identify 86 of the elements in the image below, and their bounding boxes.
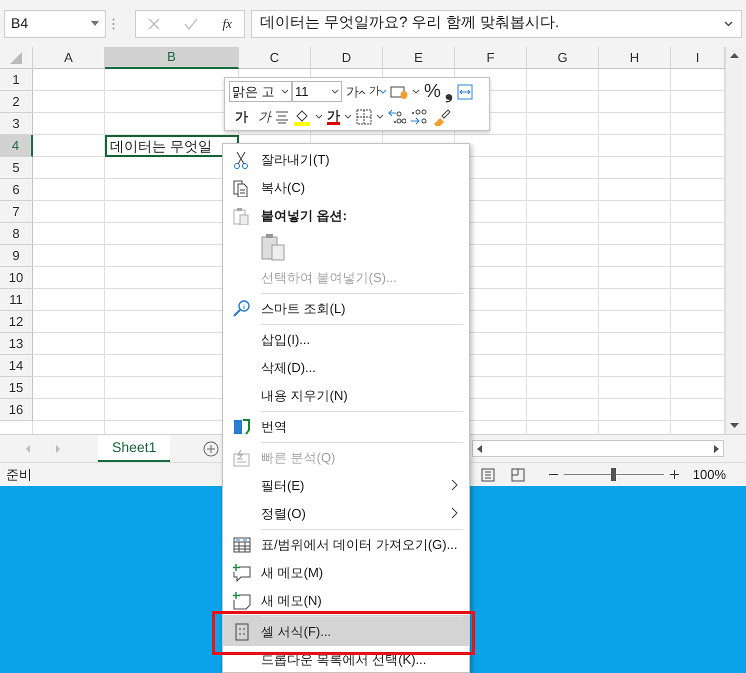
paste-icon[interactable] <box>261 233 285 261</box>
caret-icon[interactable] <box>281 89 289 94</box>
row-header[interactable]: 13 <box>0 333 33 355</box>
row-header[interactable]: 4 <box>0 135 33 157</box>
number-format-icon[interactable] <box>390 84 408 100</box>
down-caret-icon <box>380 90 386 94</box>
format-painter-icon[interactable] <box>432 108 450 126</box>
font-field[interactable]: 맑은 고 <box>229 81 292 102</box>
row-header[interactable]: 7 <box>0 201 33 223</box>
caret-icon[interactable] <box>376 114 384 119</box>
row-header[interactable]: 10 <box>0 267 33 289</box>
add-sheet-icon[interactable] <box>203 440 220 456</box>
page-break-view-icon[interactable] <box>510 468 525 482</box>
scissors-icon <box>233 151 251 169</box>
sheet-tab[interactable]: Sheet1 <box>98 435 170 462</box>
column-header[interactable]: C <box>239 47 311 69</box>
column-header[interactable]: I <box>671 47 725 69</box>
row-header[interactable]: 9 <box>0 245 33 267</box>
row-header[interactable]: 2 <box>0 91 33 113</box>
new-comment-icon <box>233 564 251 582</box>
font-color-button[interactable]: 가 <box>327 108 340 124</box>
menu-item[interactable]: 정렬(O) <box>223 500 469 528</box>
column-header[interactable]: E <box>383 47 455 69</box>
menu-item[interactable]: 새 메모(N) <box>223 587 469 615</box>
fill-color-icon[interactable] <box>293 108 311 126</box>
row-header[interactable]: 12 <box>0 311 33 333</box>
menu-item[interactable]: 복사(C) <box>223 174 469 202</box>
row-header[interactable]: 14 <box>0 355 33 377</box>
name-box[interactable]: B4 <box>4 10 106 38</box>
menu-item[interactable]: 새 메모(M) <box>223 559 469 587</box>
wrap-text-icon[interactable] <box>456 84 473 100</box>
new-note-icon <box>233 592 251 610</box>
borders-icon[interactable] <box>356 108 372 124</box>
clipboard-icon <box>233 207 251 225</box>
row-header[interactable]: 3 <box>0 113 33 135</box>
menu-item[interactable]: 셀 서식(F)... <box>223 615 469 646</box>
menu-item[interactable]: 필터(E) <box>223 472 469 500</box>
increase-font-button[interactable]: 가 <box>346 85 365 98</box>
quick-analysis-icon <box>233 449 251 467</box>
align-center-icon[interactable] <box>275 110 289 124</box>
insert-function-button[interactable]: fx <box>222 17 232 30</box>
column-header[interactable]: H <box>599 47 671 69</box>
up-caret-icon <box>359 90 365 94</box>
increase-decimal-icon[interactable] <box>388 108 406 124</box>
horizontal-scrollbar[interactable] <box>472 440 724 457</box>
menu-item[interactable]: 삭제(D)... <box>223 354 469 382</box>
zoom-in-icon[interactable] <box>670 470 679 479</box>
expand-icon[interactable] <box>724 20 733 26</box>
translate-icon <box>233 418 251 436</box>
table-icon <box>233 536 251 554</box>
row-header[interactable]: 11 <box>0 289 33 311</box>
row-header[interactable]: 1 <box>0 69 33 91</box>
decrease-decimal-icon[interactable] <box>410 108 428 124</box>
row-header[interactable]: 5 <box>0 157 33 179</box>
check-icon[interactable] <box>184 18 198 30</box>
format-cells-icon <box>233 623 251 641</box>
percent-button[interactable]: % <box>424 82 441 101</box>
formula-field[interactable]: 데이터는 무엇일까요? 우리 함께 맞춰봅시다. <box>251 10 742 38</box>
zoom-level[interactable]: 100% <box>692 464 726 484</box>
decrease-font-button[interactable]: 가 <box>369 86 386 97</box>
page-layout-view-icon[interactable] <box>480 468 495 482</box>
column-header[interactable]: G <box>527 47 599 69</box>
italic-button[interactable]: 가 <box>258 110 271 123</box>
bold-button[interactable]: 가 <box>235 110 248 123</box>
row-header[interactable]: 8 <box>0 223 33 245</box>
column-header[interactable]: D <box>311 47 383 69</box>
row-header[interactable]: 6 <box>0 179 33 201</box>
menu-item[interactable]: 내용 지우기(N) <box>223 382 469 410</box>
status-text: 준비 <box>6 466 32 484</box>
row-header[interactable]: 16 <box>0 399 33 421</box>
caret-icon[interactable] <box>331 89 339 94</box>
caret-icon[interactable] <box>344 114 352 119</box>
column-header[interactable]: F <box>455 47 527 69</box>
column-header[interactable]: A <box>33 47 105 69</box>
dropdown-arrow-icon[interactable] <box>91 21 99 26</box>
zoom-slider-thumb[interactable] <box>611 468 616 481</box>
row-header[interactable]: 15 <box>0 377 33 399</box>
selected-cell[interactable]: 데이터는 무엇일 <box>105 135 239 157</box>
column-header[interactable]: B <box>105 47 239 69</box>
caret-icon[interactable] <box>315 114 323 119</box>
drag-handle-icon[interactable] <box>112 18 115 30</box>
comma-button[interactable]: ❟ <box>444 82 453 102</box>
font-size-field[interactable]: 11 <box>292 81 342 102</box>
smart-lookup-icon <box>233 300 251 318</box>
caret-icon[interactable] <box>412 89 420 94</box>
section-label: 붙여넣기 옵션: <box>223 202 469 230</box>
